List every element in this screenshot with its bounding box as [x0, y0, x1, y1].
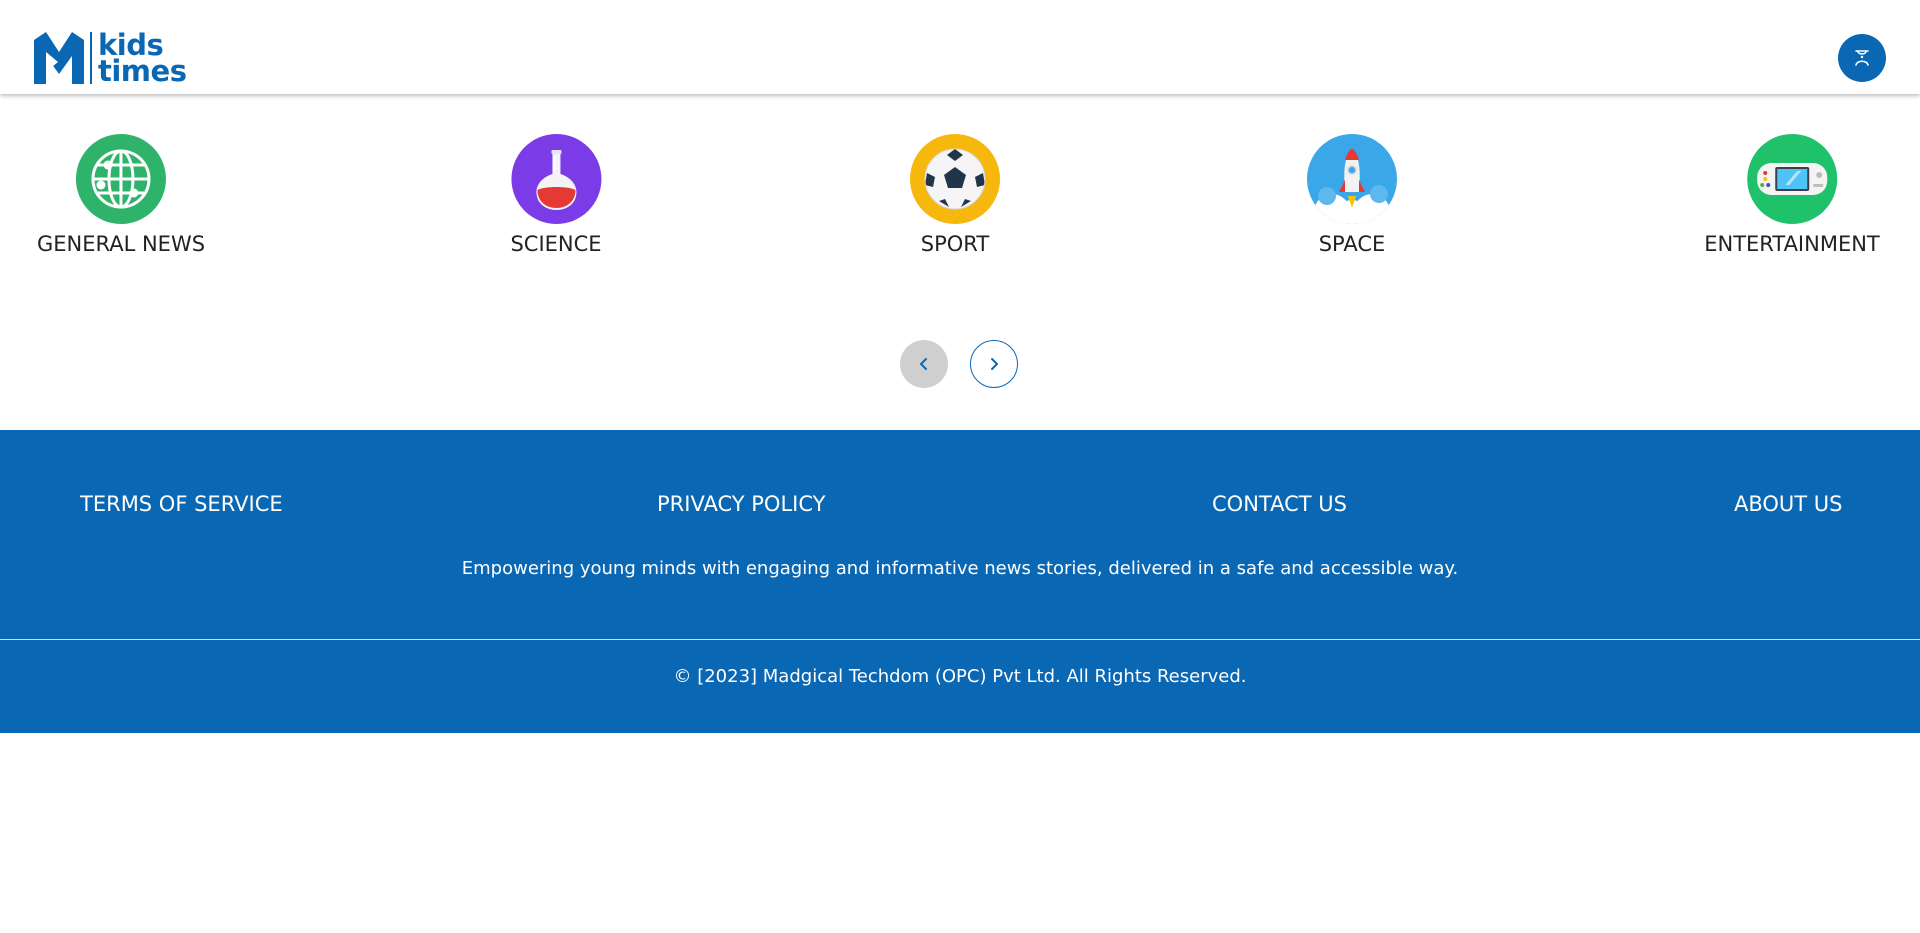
footer-link-contact-us[interactable]: CONTACT US: [1212, 492, 1347, 516]
logo-divider: [90, 32, 92, 84]
footer-copyright: © [2023] Madgical Techdom (OPC) Pvt Ltd.…: [673, 666, 1247, 687]
globe-icon: [75, 134, 166, 224]
user-icon: [1855, 50, 1869, 66]
category-general-news[interactable]: GENERAL NEWS: [37, 134, 205, 256]
logo-text: kids times: [98, 31, 187, 88]
chevron-left-icon: [920, 358, 927, 370]
user-button[interactable]: [1838, 34, 1886, 82]
footer: TERMS OF SERVICE PRIVACY POLICY CONTACT …: [0, 430, 1920, 733]
footer-link-privacy-policy[interactable]: PRIVACY POLICY: [657, 492, 825, 516]
category-label: ENTERTAINMENT: [1704, 232, 1880, 256]
flask-icon: [510, 134, 601, 224]
chevron-right-icon: [991, 358, 998, 370]
category-label: GENERAL NEWS: [36, 232, 206, 256]
category-label: SPORT: [920, 232, 990, 256]
category-carousel: GENERAL NEWS SCIENCE SPORT SPACE ENTERTA…: [0, 134, 1920, 264]
soccer-ball-icon: [910, 134, 1000, 224]
footer-divider: [0, 639, 1920, 640]
category-space[interactable]: SPACE: [1307, 134, 1397, 256]
footer-link-about-us[interactable]: ABOUT US: [1734, 492, 1843, 516]
footer-tagline: Empowering young minds with engaging and…: [461, 558, 1459, 579]
carousel-prev-button[interactable]: [900, 340, 948, 388]
header: kids times: [0, 0, 1920, 94]
category-label: SCIENCE: [510, 232, 602, 256]
category-label: SPACE: [1318, 232, 1386, 256]
category-sport[interactable]: SPORT: [910, 134, 1000, 256]
kids-times-logo[interactable]: kids times: [32, 30, 187, 88]
category-science[interactable]: SCIENCE: [510, 134, 602, 256]
logo-text-times: times: [98, 54, 187, 88]
footer-link-terms-of-service[interactable]: TERMS OF SERVICE: [80, 492, 283, 516]
game-console-icon: [1747, 134, 1837, 224]
rocket-icon: [1307, 134, 1397, 224]
category-entertainment[interactable]: ENTERTAINMENT: [1704, 134, 1880, 256]
carousel-next-button[interactable]: [970, 340, 1018, 388]
logo-m-icon: [34, 32, 84, 84]
